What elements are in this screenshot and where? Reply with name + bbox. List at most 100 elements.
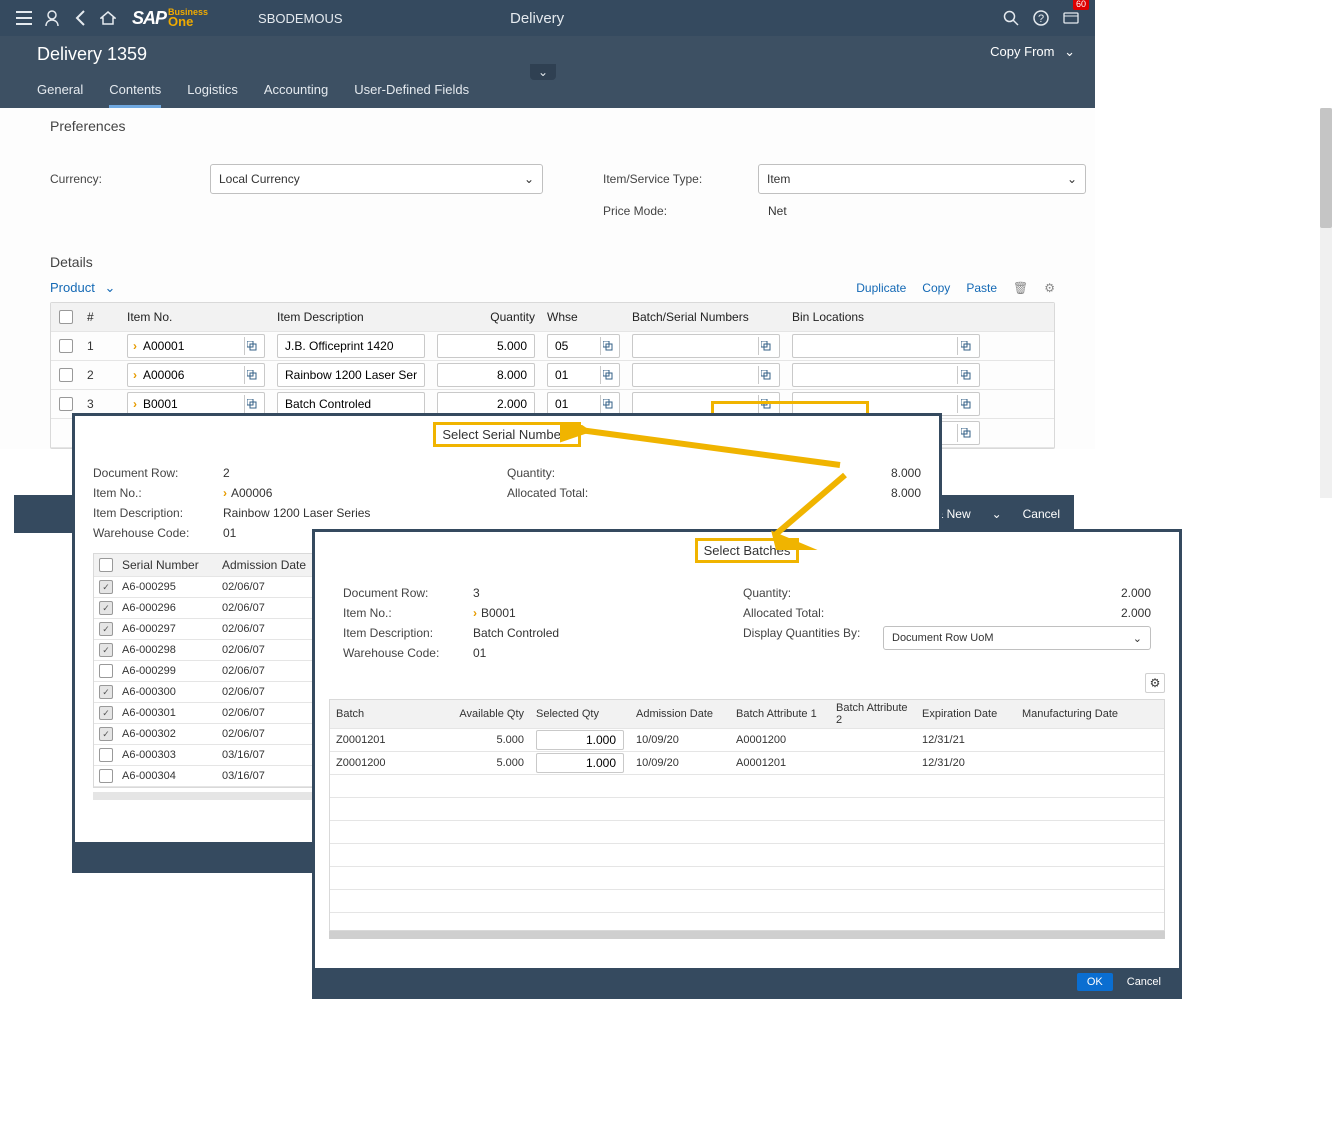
qty-input[interactable] [437,334,535,358]
row-checkbox[interactable] [59,397,73,411]
batch-doc-row-value: 3 [473,586,480,600]
selected-qty-input[interactable] [536,753,624,773]
whse-input[interactable] [547,363,620,387]
serial-number-cell: A6-000297 [118,623,222,635]
cfl-icon[interactable] [957,337,974,355]
serial-checkbox[interactable] [99,706,113,720]
batch-input[interactable] [632,363,780,387]
cfl-icon[interactable] [244,366,259,384]
batch-ok-button[interactable]: OK [1077,973,1113,991]
batch-input[interactable] [632,334,780,358]
batch-item-no-link[interactable]: ›B0001 [473,606,516,620]
attr1-cell: A0001200 [730,734,830,746]
col-sel: Selected Qty [530,708,630,720]
batch-doc-row-label: Document Row: [343,586,473,600]
serial-number-cell: A6-000303 [118,749,222,761]
tab-logistics[interactable]: Logistics [187,74,238,108]
help-icon[interactable]: ? [1027,4,1055,32]
serial-number-cell: A6-000299 [118,665,222,677]
duplicate-button[interactable]: Duplicate [856,281,906,295]
item-no-input[interactable]: › [127,334,265,358]
col-num: # [81,303,121,331]
table-row: 2› [51,361,1054,390]
col-batch: Batch/Serial Numbers [626,303,786,331]
search-icon[interactable] [997,4,1025,32]
paste-button[interactable]: Paste [966,281,997,295]
serial-checkbox[interactable] [99,622,113,636]
tab-udf[interactable]: User-Defined Fields [354,74,469,108]
cfl-icon[interactable] [244,337,259,355]
cancel-button[interactable]: Cancel [1009,500,1074,528]
serial-checkbox[interactable] [99,727,113,741]
serial-checkbox[interactable] [99,748,113,762]
settings-icon[interactable]: ⚙ [1044,281,1055,295]
cfl-icon[interactable] [957,395,974,413]
batch-cfl-icon[interactable] [758,395,774,413]
serial-whs-value: 01 [223,526,236,540]
serial-number-cell: A6-000301 [118,707,222,719]
serial-checkbox[interactable] [99,685,113,699]
item-service-select[interactable]: Item ⌄ [758,164,1086,194]
tab-contents[interactable]: Contents [109,74,161,108]
cfl-icon[interactable] [957,424,974,442]
delete-icon[interactable]: 🗑 [1013,281,1028,295]
serial-date-cell: 02/06/07 [222,602,322,614]
cfl-icon[interactable] [600,395,614,413]
cfl-icon[interactable] [600,337,614,355]
cfl-icon[interactable] [957,366,974,384]
whse-input[interactable] [547,334,620,358]
batch-grid-settings-icon[interactable]: ⚙ [1145,673,1165,693]
desc-input[interactable] [277,363,425,387]
batch-cfl-icon[interactable] [758,366,774,384]
row-checkbox[interactable] [59,368,73,382]
back-icon[interactable] [66,4,94,32]
batch-row-empty [330,798,1164,821]
messages-icon[interactable]: 60 [1057,4,1085,32]
tab-general[interactable]: General [37,74,83,108]
user-icon[interactable] [38,4,66,32]
copy-button[interactable]: Copy [922,281,950,295]
scrollbar[interactable] [1320,108,1332,498]
home-icon[interactable] [94,4,122,32]
batch-cancel-button[interactable]: Cancel [1119,973,1169,991]
batch-cfl-icon[interactable] [758,337,774,355]
bin-input[interactable] [792,363,980,387]
col-mfg: Manufacturing Date [1016,708,1136,720]
row-checkbox[interactable] [59,339,73,353]
currency-select[interactable]: Local Currency ⌄ [210,164,543,194]
scrollbar-thumb[interactable] [1320,108,1332,228]
app-bar: SAPBusinessOne SBODEMOUS Delivery ? 60 [0,0,1095,36]
cfl-icon[interactable] [244,395,259,413]
copy-from-button[interactable]: Copy From ⌄ [990,44,1075,60]
serial-number-cell: A6-000296 [118,602,222,614]
bin-input[interactable] [792,334,980,358]
serial-checkbox[interactable] [99,643,113,657]
table-row: 1› [51,332,1054,361]
serial-checkbox[interactable] [99,601,113,615]
cfl-icon[interactable] [600,366,614,384]
desc-input[interactable] [277,334,425,358]
serial-hscroll[interactable] [93,792,323,800]
serial-item-no-label: Item No.: [93,486,223,500]
chevron-down-icon: ⌄ [524,172,534,186]
tab-accounting[interactable]: Accounting [264,74,328,108]
chevron-down-icon: ⌄ [1064,44,1075,59]
chevron-down-icon[interactable]: ⌄ [989,506,1005,522]
preferences-heading: Preferences [50,118,1055,134]
serial-item-no-link[interactable]: ›A00006 [223,486,272,500]
batch-hscroll[interactable] [329,931,1165,939]
qty-input[interactable] [437,363,535,387]
serial-checkbox[interactable] [99,769,113,783]
expand-toggle[interactable]: ⌄ [530,64,556,80]
batch-qty-label: Quantity: [743,586,883,600]
display-qty-select[interactable]: Document Row UoM⌄ [883,626,1151,650]
product-category-dropdown[interactable]: Product ⌄ [50,280,115,296]
item-no-input[interactable]: › [127,363,265,387]
serial-select-all-checkbox[interactable] [99,558,113,572]
menu-icon[interactable] [10,4,38,32]
serial-checkbox[interactable] [99,664,113,678]
serial-checkbox[interactable] [99,580,113,594]
row-num: 2 [81,361,121,389]
selected-qty-input[interactable] [536,730,624,750]
select-all-checkbox[interactable] [59,310,73,324]
